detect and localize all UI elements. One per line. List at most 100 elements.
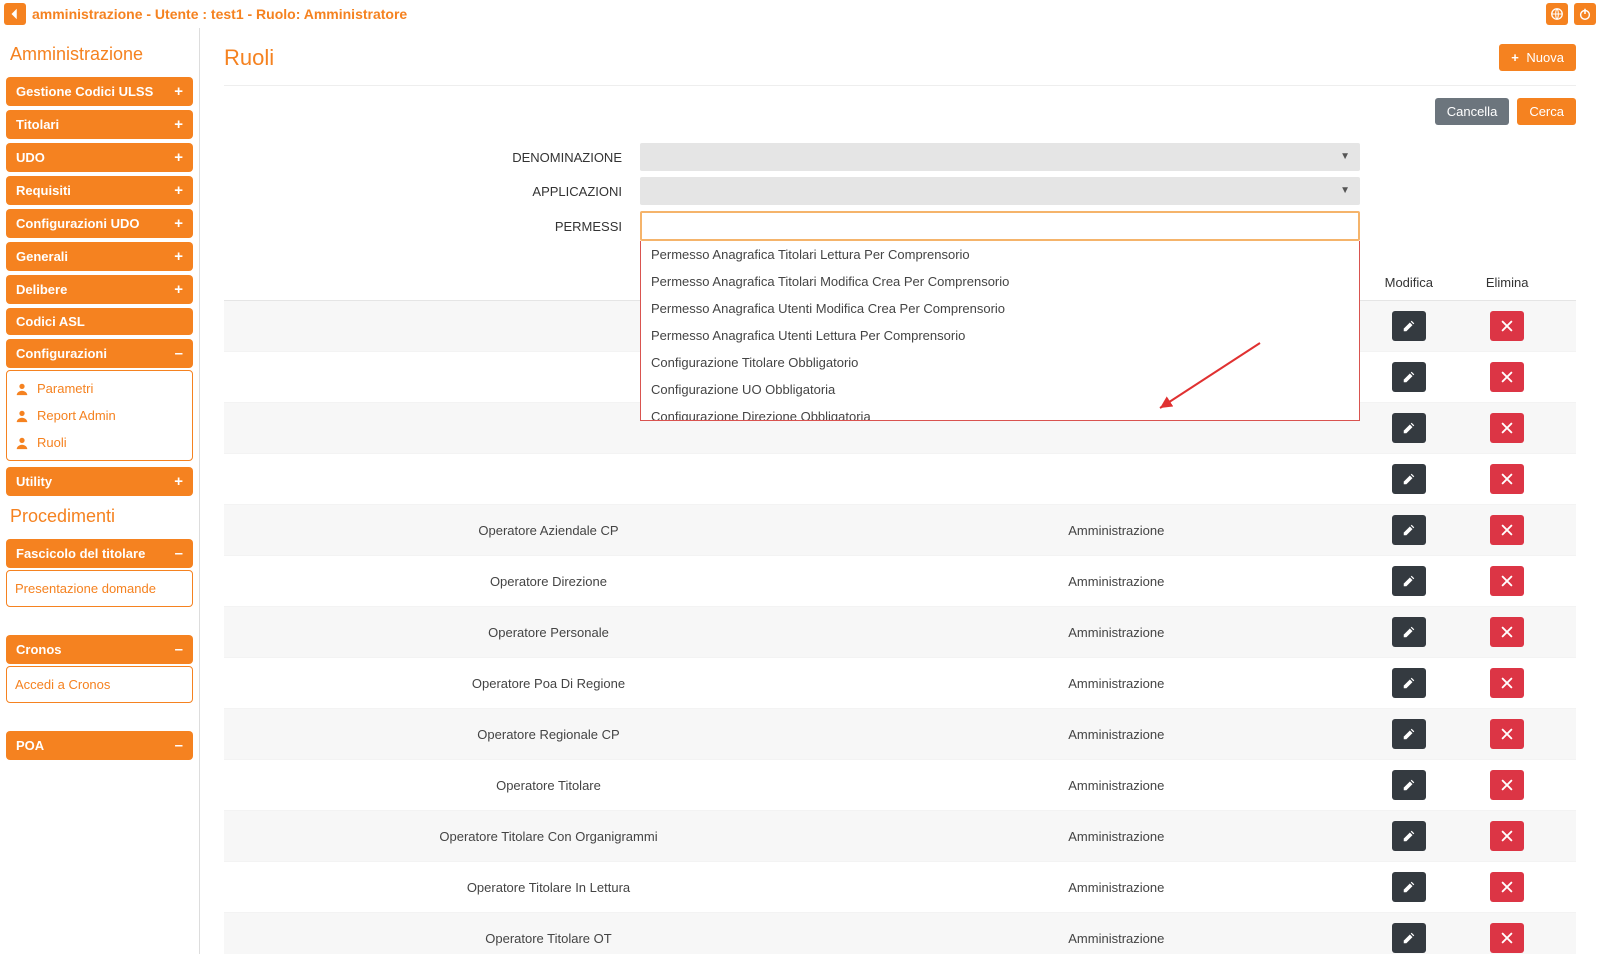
edit-button[interactable] (1392, 515, 1426, 545)
delete-button[interactable] (1490, 515, 1524, 545)
sidebar-item-delibere[interactable]: Delibere+ (6, 275, 193, 304)
role-name-cell: Operatore Direzione (224, 556, 873, 607)
permessi-option[interactable]: Permesso Anagrafica Utenti Modifica Crea… (641, 295, 1359, 322)
delete-button[interactable] (1490, 770, 1524, 800)
close-icon (1500, 727, 1514, 741)
edit-icon (1402, 472, 1416, 486)
edit-icon (1402, 523, 1416, 537)
delete-button[interactable] (1490, 566, 1524, 596)
col-modifica: Modifica (1360, 265, 1458, 301)
sidebar-item-utility[interactable]: Utility + (6, 467, 193, 496)
sidebar-item-codici-asl[interactable]: Codici ASL (6, 308, 193, 335)
collapse-sidebar-button[interactable] (4, 3, 26, 25)
permessi-option[interactable]: Permesso Anagrafica Titolari Modifica Cr… (641, 268, 1359, 295)
sidebar-item-label: Titolari (16, 117, 59, 132)
sidebar-item-label: POA (16, 738, 44, 753)
sidebar-item-titolari[interactable]: Titolari+ (6, 110, 193, 139)
permessi-option[interactable]: Configurazione Titolare Obbligatorio (641, 349, 1359, 376)
delete-button[interactable] (1490, 872, 1524, 902)
edit-button[interactable] (1392, 617, 1426, 647)
denominazione-select[interactable] (640, 143, 1360, 171)
cancel-button[interactable]: Cancella (1435, 98, 1510, 125)
edit-button[interactable] (1392, 566, 1426, 596)
role-name-cell (224, 454, 873, 505)
close-icon (1500, 676, 1514, 690)
delete-button[interactable] (1490, 413, 1524, 443)
sidebar-subitem-label: Presentazione domande (15, 581, 156, 596)
edit-icon (1402, 676, 1416, 690)
close-icon (1500, 880, 1514, 894)
sidebar-subitem-report-admin[interactable]: Report Admin (7, 402, 192, 429)
sidebar-item-generali[interactable]: Generali + (6, 242, 193, 271)
edit-icon (1402, 421, 1416, 435)
permessi-option[interactable]: Configurazione UO Obbligatoria (641, 376, 1359, 403)
sidebar-subitem-parametri[interactable]: Parametri (7, 375, 192, 402)
sidebar-item-label: Generali (16, 249, 68, 264)
role-name-cell: Operatore Personale (224, 607, 873, 658)
plus-icon: + (1511, 50, 1519, 65)
new-button[interactable]: + Nuova (1499, 44, 1576, 71)
edit-button[interactable] (1392, 719, 1426, 749)
edit-button[interactable] (1392, 413, 1426, 443)
permessi-option[interactable]: Permesso Anagrafica Titolari Lettura Per… (641, 241, 1359, 268)
delete-button[interactable] (1490, 362, 1524, 392)
permessi-dropdown[interactable]: Permesso Anagrafica Titolari Lettura Per… (640, 241, 1360, 421)
edit-button[interactable] (1392, 464, 1426, 494)
delete-button[interactable] (1490, 719, 1524, 749)
edit-button[interactable] (1392, 311, 1426, 341)
delete-button[interactable] (1490, 464, 1524, 494)
delete-button[interactable] (1490, 311, 1524, 341)
col-elimina: Elimina (1458, 265, 1556, 301)
chevron-left-icon (8, 7, 22, 21)
edit-button[interactable] (1392, 923, 1426, 953)
edit-button[interactable] (1392, 362, 1426, 392)
sidebar-item-fascicolo-del-titolare[interactable]: Fascicolo del titolare– (6, 539, 193, 568)
delete-button[interactable] (1490, 668, 1524, 698)
applicazioni-select[interactable] (640, 177, 1360, 205)
sidebar-item-configurazioni-udo[interactable]: Configurazioni UDO+ (6, 209, 193, 238)
table-row: Operatore DirezioneAmministrazione (224, 556, 1576, 607)
role-name-cell: Operatore Regionale CP (224, 709, 873, 760)
sidebar: Amministrazione Gestione Codici ULSS+Tit… (0, 28, 200, 954)
sidebar-item-requisiti[interactable]: Requisiti+ (6, 176, 193, 205)
search-button[interactable]: Cerca (1517, 98, 1576, 125)
sidebar-item-label: UDO (16, 150, 45, 165)
permessi-input[interactable] (640, 211, 1360, 241)
sidebar-subitem-accedi-a-cronos[interactable]: Accedi a Cronos (7, 671, 192, 698)
edit-icon (1402, 319, 1416, 333)
close-icon (1500, 523, 1514, 537)
expand-icon: + (174, 248, 183, 265)
page-breadcrumb: amministrazione - Utente : test1 - Ruolo… (32, 6, 407, 22)
expand-icon: + (174, 473, 183, 490)
sidebar-item-label: Utility (16, 474, 52, 489)
edit-button[interactable] (1392, 668, 1426, 698)
delete-button[interactable] (1490, 923, 1524, 953)
delete-button[interactable] (1490, 821, 1524, 851)
sidebar-item-poa[interactable]: POA– (6, 731, 193, 760)
permessi-option[interactable]: Configurazione Direzione Obbligatoria (641, 403, 1359, 421)
edit-button[interactable] (1392, 872, 1426, 902)
globe-button[interactable] (1546, 3, 1568, 25)
sidebar-subitem-label: Report Admin (37, 408, 116, 423)
close-icon (1500, 370, 1514, 384)
sidebar-item-configurazioni[interactable]: Configurazioni– (6, 339, 193, 368)
sidebar-item-udo[interactable]: UDO+ (6, 143, 193, 172)
main-content: Ruoli + Nuova Cancella Cerca DENOMINAZIO… (200, 28, 1600, 954)
close-icon (1500, 778, 1514, 792)
role-app-cell: Amministrazione (873, 760, 1360, 811)
edit-button[interactable] (1392, 821, 1426, 851)
applicazioni-label: APPLICAZIONI (440, 184, 640, 199)
edit-icon (1402, 370, 1416, 384)
power-button[interactable] (1574, 3, 1596, 25)
sidebar-item-gestione-codici-ulss[interactable]: Gestione Codici ULSS+ (6, 77, 193, 106)
sidebar-subitem-ruoli[interactable]: Ruoli (7, 429, 192, 456)
sidebar-subitem-presentazione-domande[interactable]: Presentazione domande (7, 575, 192, 602)
close-icon (1500, 472, 1514, 486)
page-title: Ruoli (224, 45, 274, 71)
role-name-cell: Operatore Poa Di Regione (224, 658, 873, 709)
permessi-option[interactable]: Permesso Anagrafica Utenti Lettura Per C… (641, 322, 1359, 349)
delete-button[interactable] (1490, 617, 1524, 647)
sidebar-item-cronos[interactable]: Cronos– (6, 635, 193, 664)
sidebar-item-label: Codici ASL (16, 314, 85, 329)
edit-button[interactable] (1392, 770, 1426, 800)
